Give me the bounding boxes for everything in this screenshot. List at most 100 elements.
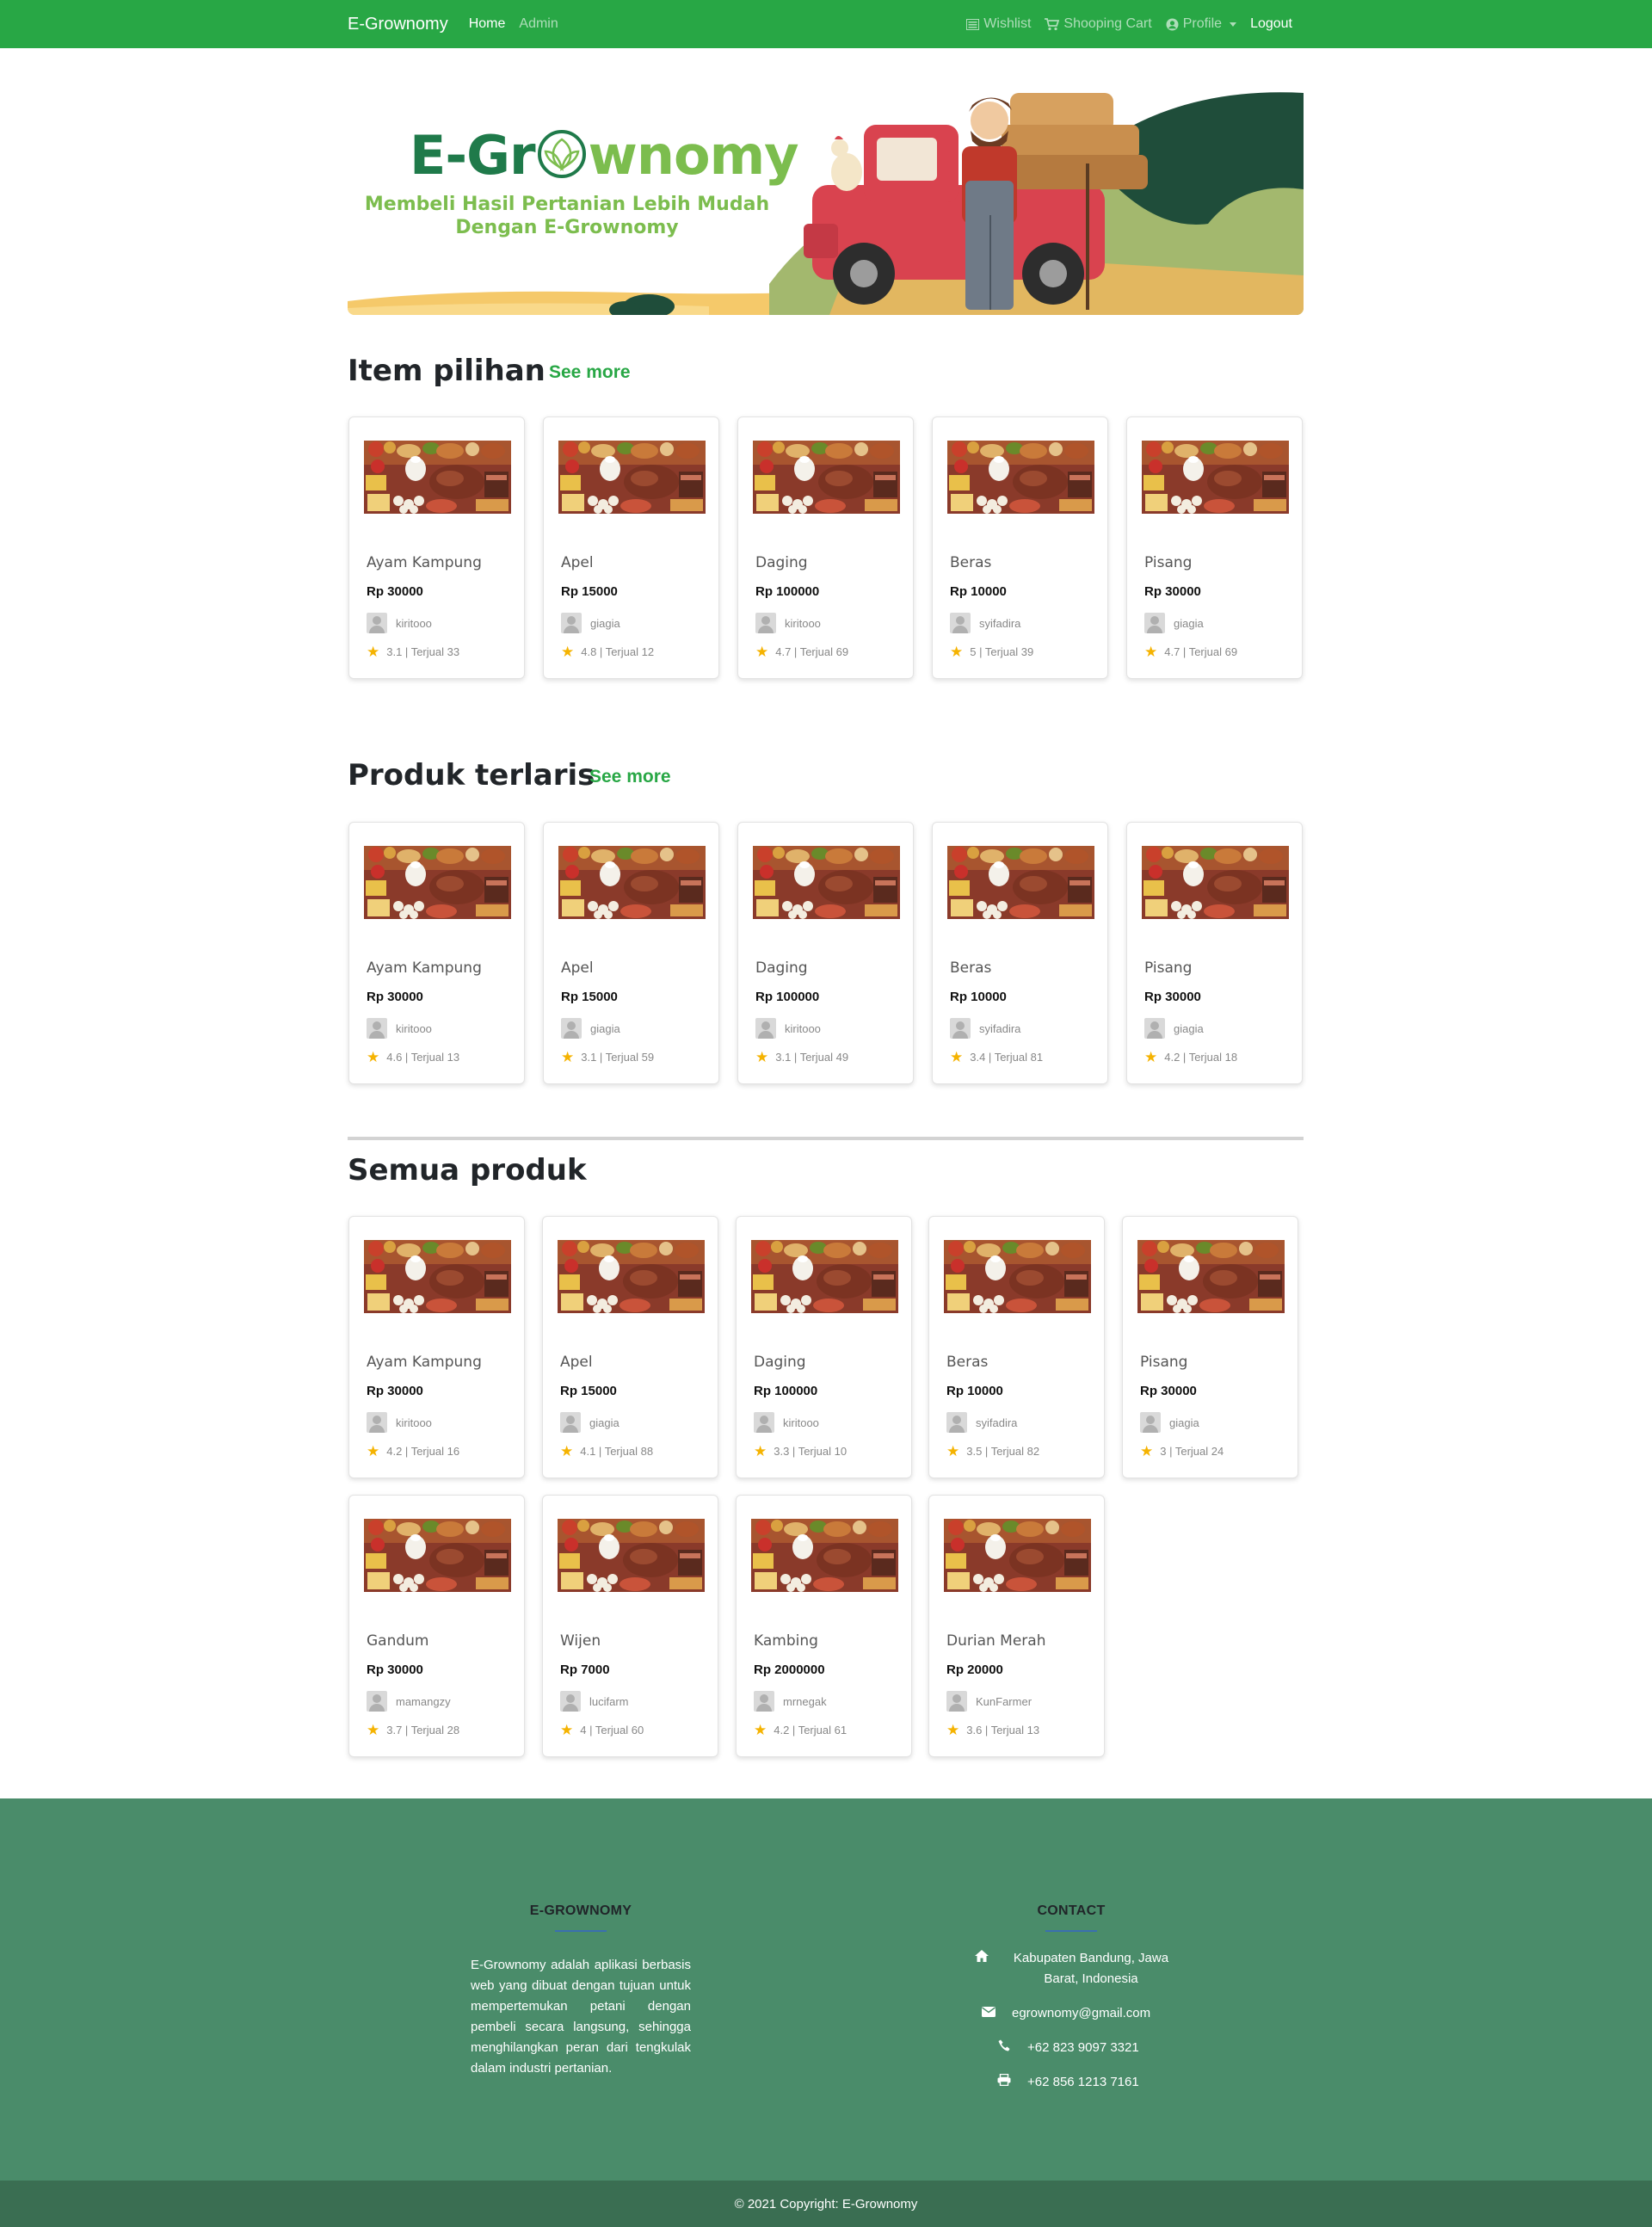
rating-text: 4.2 | Terjual 18	[1164, 1051, 1238, 1064]
product-image	[364, 846, 511, 919]
star-icon: ★	[946, 1443, 960, 1459]
product-card[interactable]: Pisang Rp 30000 giagia ★ 3 | Terjual 24	[1122, 1216, 1298, 1478]
footer-fax-text: +62 856 1213 7161	[1027, 2075, 1139, 2089]
product-name[interactable]: Pisang	[1144, 959, 1192, 977]
banner-title-left: E-Gr	[410, 124, 536, 187]
product-image	[751, 1240, 898, 1313]
seller-name: giagia	[1174, 616, 1204, 630]
product-card[interactable]: Durian Merah Rp 20000 KunFarmer ★ 3.6 | Terj…	[928, 1495, 1105, 1757]
product-name[interactable]: Pisang	[1140, 1354, 1187, 1371]
product-card[interactable]: Wijen Rp 7000 lucifarm ★ 4 | Terjual 60	[542, 1495, 718, 1757]
product-seller: kiritooo	[755, 1018, 821, 1039]
product-card[interactable]: Ayam Kampung Rp 30000 kiritooo ★ 3.1 | Terju…	[348, 416, 525, 679]
product-card[interactable]: Apel Rp 15000 giagia ★ 4.8 | Terjual 12	[543, 416, 719, 679]
section-divider	[348, 1137, 1304, 1140]
nav-profile-label: Profile	[1182, 16, 1223, 31]
product-rating: ★ 4.7 | Terjual 69	[755, 645, 848, 659]
product-name[interactable]: Ayam Kampung	[367, 959, 482, 977]
avatar-icon	[367, 1412, 387, 1433]
nav-wishlist-label: Wishlist	[983, 16, 1032, 31]
product-price: Rp 100000	[755, 584, 820, 599]
avatar-icon	[754, 1412, 774, 1433]
product-card[interactable]: Pisang Rp 30000 giagia ★ 4.2 | Terjual 18	[1126, 822, 1303, 1084]
product-name[interactable]: Apel	[561, 554, 594, 571]
product-card[interactable]: Pisang Rp 30000 giagia ★ 4.7 | Terjual 69	[1126, 416, 1303, 679]
product-image	[944, 1519, 1091, 1592]
product-rating: ★ 3.1 | Terjual 49	[755, 1050, 848, 1064]
product-image	[944, 1240, 1091, 1313]
rating-text: 3.3 | Terjual 10	[774, 1445, 848, 1458]
avatar-icon	[946, 1412, 967, 1433]
product-image	[558, 441, 706, 514]
nav-admin-link[interactable]: Admin	[519, 16, 558, 32]
footer-address: Kabupaten Bandung, Jawa Barat, Indonesia	[974, 1948, 1180, 1989]
nav-home-link[interactable]: Home	[469, 16, 506, 32]
product-name[interactable]: Apel	[560, 1354, 593, 1371]
product-card[interactable]: Ayam Kampung Rp 30000 kiritooo ★ 4.2 | Terju…	[348, 1216, 525, 1478]
seller-name: giagia	[589, 1416, 620, 1429]
see-more-pilihan-link[interactable]: See more	[549, 362, 631, 383]
product-card[interactable]: Apel Rp 15000 giagia ★ 3.1 | Terjual 59	[543, 822, 719, 1084]
rating-text: 3.1 | Terjual 59	[581, 1051, 655, 1064]
product-card[interactable]: Kambing Rp 2000000 mrnegak ★ 4.2 | Terjual 6…	[736, 1495, 912, 1757]
rating-text: 3.1 | Terjual 49	[775, 1051, 849, 1064]
product-name[interactable]: Wijen	[560, 1632, 601, 1650]
product-name[interactable]: Pisang	[1144, 554, 1192, 571]
product-price: Rp 10000	[950, 584, 1007, 599]
product-card[interactable]: Apel Rp 15000 giagia ★ 4.1 | Terjual 88	[542, 1216, 718, 1478]
star-icon: ★	[367, 1049, 380, 1065]
hero-banner: E-Gr wnomy Membeli Hasil Pertanian Lebih …	[348, 86, 1304, 315]
nav-logout-link[interactable]: Logout	[1250, 16, 1292, 32]
seller-name: kiritooo	[396, 616, 432, 630]
seller-name: kiritooo	[396, 1021, 432, 1035]
product-name[interactable]: Daging	[754, 1354, 806, 1371]
footer-email-text[interactable]: egrownomy@gmail.com	[1012, 2003, 1150, 2024]
nav-wishlist-link[interactable]: Wishlist	[966, 16, 1031, 32]
seller-name: kiritooo	[783, 1416, 819, 1429]
see-more-terlaris-link[interactable]: See more	[589, 767, 671, 787]
product-rating: ★ 3.3 | Terjual 10	[754, 1444, 847, 1459]
avatar-icon	[1144, 1018, 1165, 1039]
product-rating: ★ 4.1 | Terjual 88	[560, 1444, 653, 1459]
product-seller: syifadira	[950, 613, 1020, 633]
product-price: Rp 7000	[560, 1663, 610, 1677]
product-image	[947, 441, 1094, 514]
star-icon: ★	[367, 1722, 380, 1738]
product-name[interactable]: Ayam Kampung	[367, 554, 482, 571]
footer-contact-title: CONTACT	[1037, 1903, 1106, 1918]
avatar-icon	[367, 613, 387, 633]
product-price: Rp 30000	[367, 584, 423, 599]
product-name[interactable]: Gandum	[367, 1632, 429, 1650]
avatar-icon	[561, 613, 582, 633]
nav-cart-link[interactable]: Shooping Cart	[1045, 16, 1152, 32]
product-card[interactable]: Ayam Kampung Rp 30000 kiritooo ★ 4.6 | Terju…	[348, 822, 525, 1084]
product-name[interactable]: Daging	[755, 959, 808, 977]
product-rating: ★ 4.2 | Terjual 16	[367, 1444, 459, 1459]
footer-fax: +62 856 1213 7161	[996, 2072, 1139, 2093]
product-name[interactable]: Kambing	[754, 1632, 818, 1650]
rating-text: 4 | Terjual 60	[580, 1724, 644, 1737]
product-name[interactable]: Apel	[561, 959, 594, 977]
product-name[interactable]: Beras	[950, 554, 991, 571]
product-card[interactable]: Daging Rp 100000 kiritooo ★ 4.7 | Terjual 69	[737, 416, 914, 679]
product-name[interactable]: Ayam Kampung	[367, 1354, 482, 1371]
product-seller: giagia	[560, 1412, 620, 1433]
product-name[interactable]: Beras	[946, 1354, 988, 1371]
product-card[interactable]: Gandum Rp 30000 mamangzy ★ 3.7 | Terjual 28	[348, 1495, 525, 1757]
product-card[interactable]: Beras Rp 10000 syifadira ★ 5 | Terjual 39	[932, 416, 1108, 679]
product-name[interactable]: Durian Merah	[946, 1632, 1045, 1650]
avatar-icon	[367, 1018, 387, 1039]
product-name[interactable]: Beras	[950, 959, 991, 977]
product-card[interactable]: Daging Rp 100000 kiritooo ★ 3.3 | Terjual 10	[736, 1216, 912, 1478]
product-price: Rp 15000	[561, 990, 618, 1004]
nav-profile-dropdown[interactable]: Profile	[1166, 16, 1237, 32]
product-name[interactable]: Daging	[755, 554, 808, 571]
avatar-icon	[950, 1018, 971, 1039]
product-rating: ★ 3.1 | Terjual 33	[367, 645, 459, 659]
home-icon	[974, 1948, 989, 1969]
product-card[interactable]: Beras Rp 10000 syifadira ★ 3.5 | Terjual 82	[928, 1216, 1105, 1478]
navbar: E-Grownomy Home Admin Wishlist Shooping …	[0, 0, 1652, 48]
brand-link[interactable]: E-Grownomy	[348, 15, 448, 34]
product-card[interactable]: Daging Rp 100000 kiritooo ★ 3.1 | Terjual 49	[737, 822, 914, 1084]
product-card[interactable]: Beras Rp 10000 syifadira ★ 3.4 | Terjual 81	[932, 822, 1108, 1084]
